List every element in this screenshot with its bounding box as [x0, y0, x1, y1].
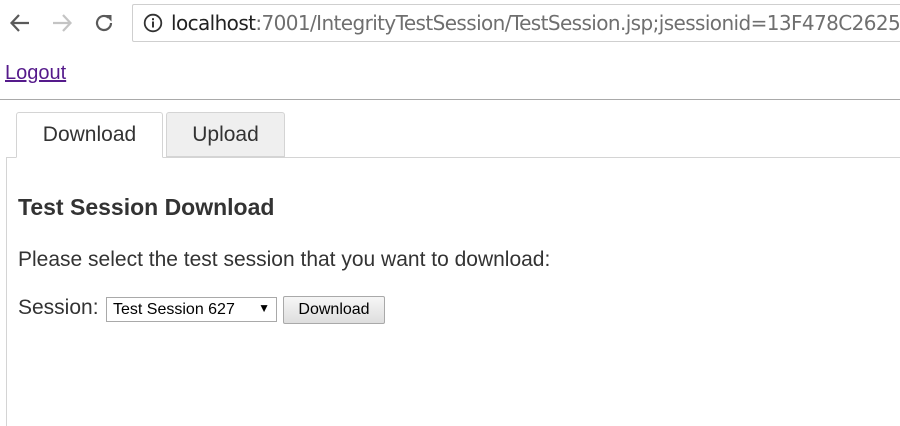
tab-upload[interactable]: Upload [166, 112, 285, 157]
arrow-right-icon [53, 14, 73, 32]
info-icon[interactable] [143, 13, 163, 33]
forward-button[interactable] [46, 6, 78, 40]
tab-download-label: Download [42, 123, 137, 146]
back-button[interactable] [4, 6, 36, 40]
download-button[interactable]: Download [283, 296, 385, 324]
reload-button[interactable] [88, 6, 120, 40]
session-select[interactable]: Test Session 627 ▼ [106, 297, 277, 322]
dropdown-arrow-icon: ▼ [258, 301, 270, 315]
tab-upload-label: Upload [192, 122, 259, 146]
url-path: :7001/IntegrityTestSession/TestSession.j… [255, 11, 900, 35]
address-bar[interactable]: localhost:7001/IntegrityTestSession/Test… [132, 4, 900, 42]
arrow-left-icon [9, 14, 29, 32]
reload-icon [95, 14, 113, 32]
panel-border [6, 157, 7, 426]
divider [0, 99, 900, 100]
download-button-label: Download [298, 301, 370, 318]
url-text: localhost:7001/IntegrityTestSession/Test… [171, 11, 900, 35]
logout-link[interactable]: Logout [5, 62, 66, 85]
page-title: Test Session Download [18, 194, 275, 220]
session-select-value: Test Session 627 [113, 300, 235, 318]
instruction-text: Please select the test session that you … [18, 248, 551, 271]
session-label: Session: [18, 296, 99, 319]
browser-toolbar: localhost:7001/IntegrityTestSession/Test… [0, 0, 900, 48]
url-host: localhost [171, 11, 256, 35]
tab-download[interactable]: Download [16, 112, 163, 158]
